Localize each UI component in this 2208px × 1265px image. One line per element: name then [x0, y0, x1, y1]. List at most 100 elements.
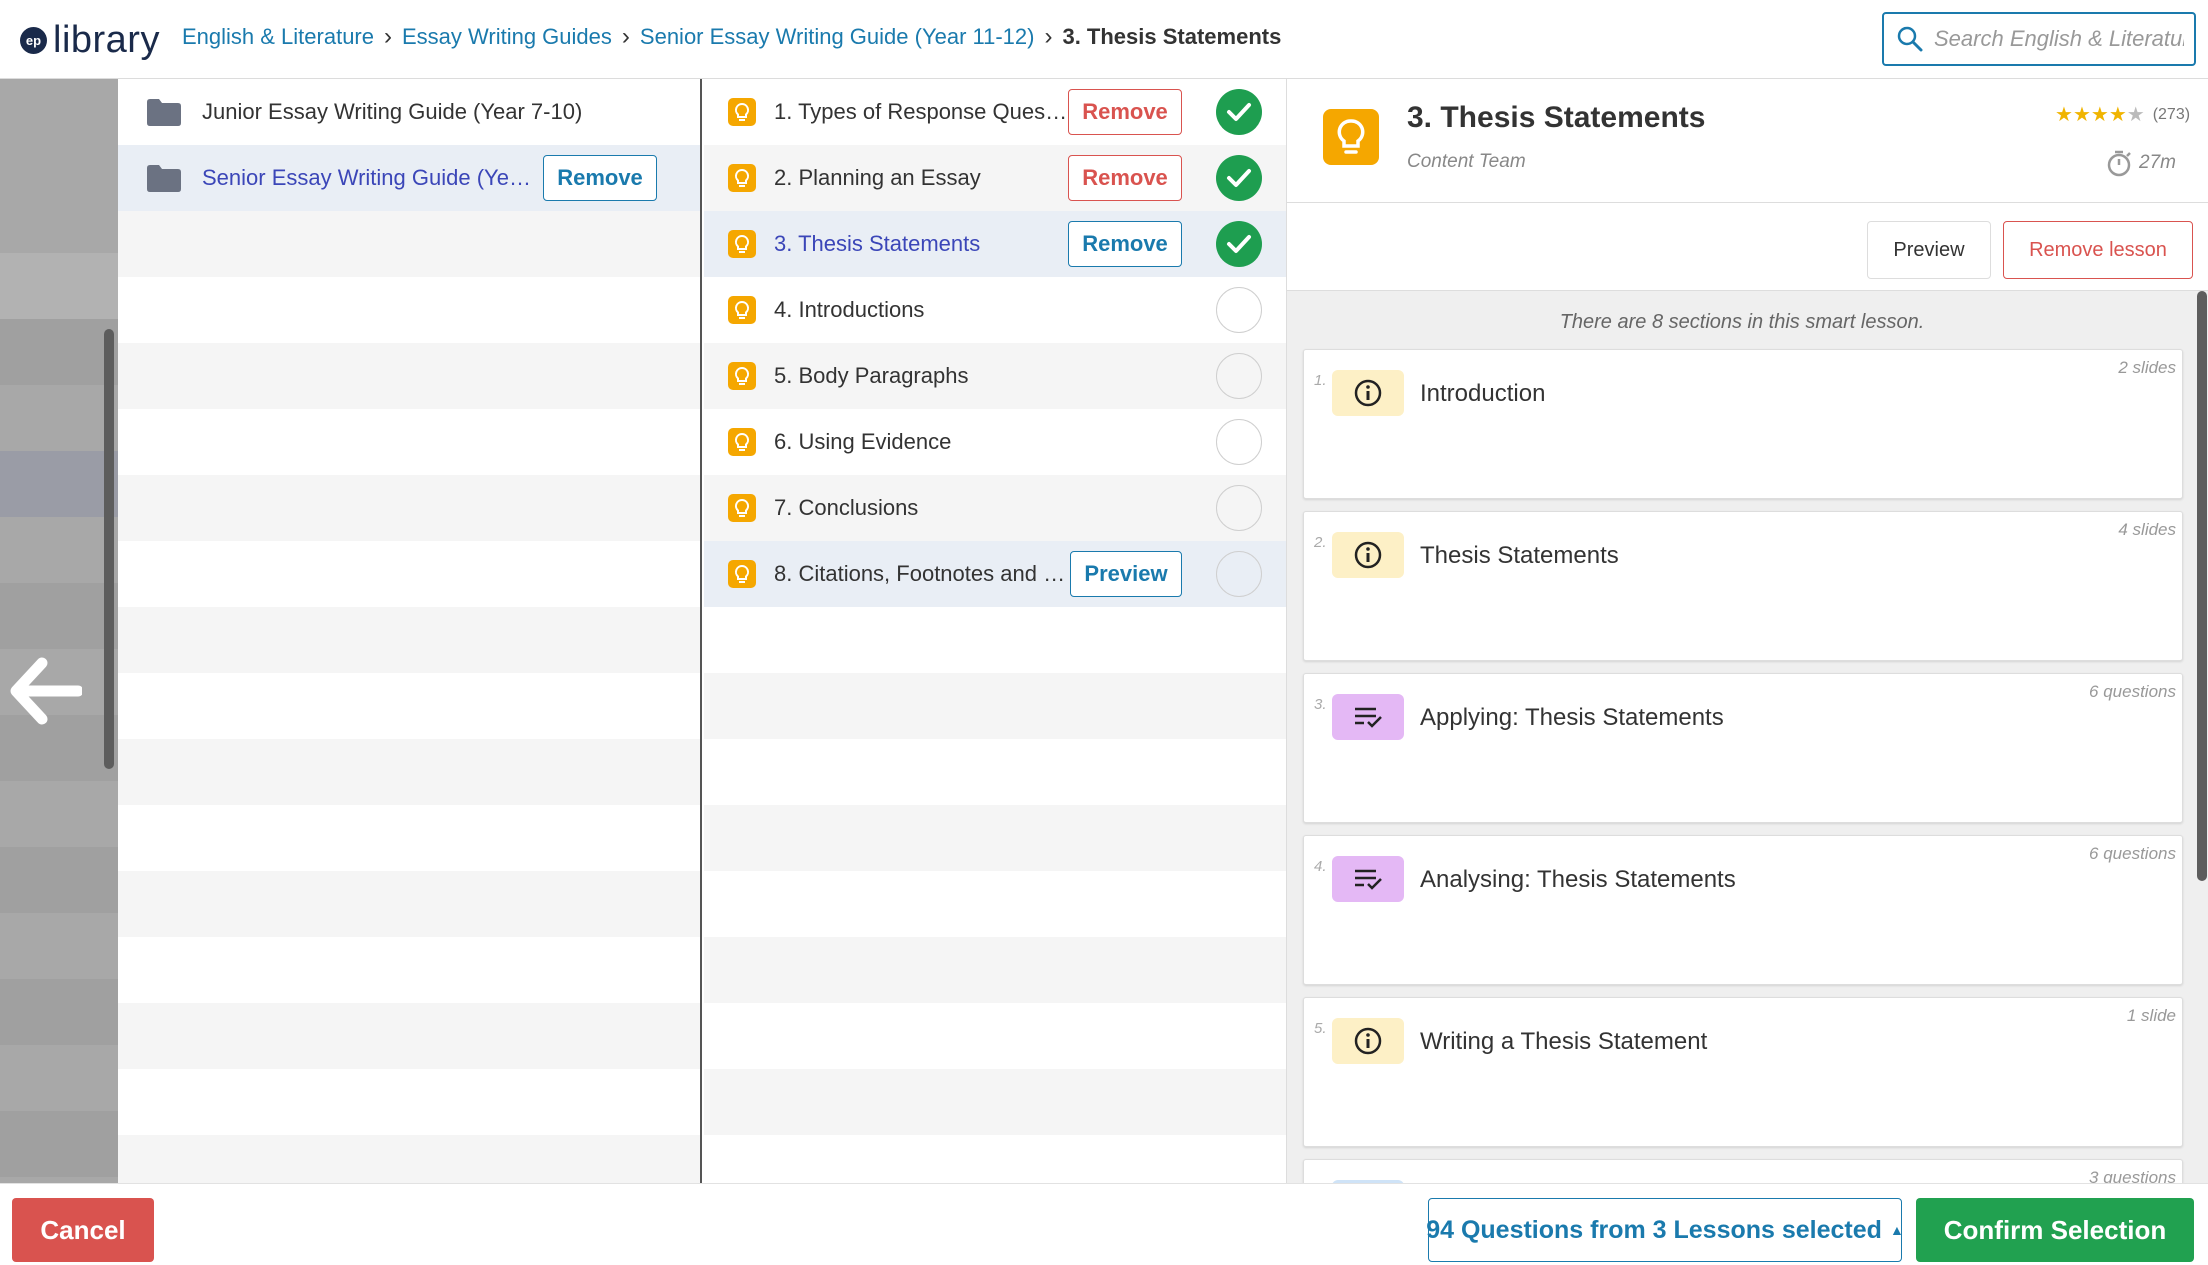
breadcrumb: English & Literature › Essay Writing Gui…: [182, 24, 1281, 50]
remove-lesson-button[interactable]: Remove: [1068, 89, 1182, 135]
rating: ★ ★ ★ ★ ★ (273): [2055, 105, 2190, 125]
section-title: Writing a Thesis Statement: [1420, 1028, 1708, 1055]
lesson-title: 3. Thesis Statements: [1407, 101, 1706, 134]
search-box[interactable]: [1882, 12, 2196, 66]
lesson-label: 1. Types of Response Questions: [774, 99, 1068, 124]
section-title: Introduction: [1420, 380, 1546, 407]
lesson-row[interactable]: 5. Body Paragraphs: [704, 343, 1286, 409]
breadcrumb-link-english-literature[interactable]: English & Literature: [182, 24, 374, 50]
collapsed-row: [0, 781, 118, 847]
folder-row-junior[interactable]: Junior Essay Writing Guide (Year 7-10): [118, 79, 700, 145]
select-circle[interactable]: [1216, 419, 1262, 465]
section-title: Analysing: Thesis Statements: [1420, 866, 1736, 893]
preview-lesson-button[interactable]: Preview: [1070, 551, 1182, 597]
lightbulb-icon: [728, 98, 756, 126]
star-icon: ★: [2072, 104, 2091, 126]
lesson-row-active[interactable]: 3. Thesis Statements Remove: [704, 211, 1286, 277]
folder-row-senior[interactable]: Senior Essay Writing Guide (Year 11-12) …: [118, 145, 700, 211]
folder-label: Senior Essay Writing Guide (Year 11-12): [202, 165, 538, 190]
back-arrow-icon[interactable]: [8, 657, 84, 730]
cancel-button[interactable]: Cancel: [12, 1198, 154, 1262]
remove-lesson-button[interactable]: Remove: [1068, 221, 1182, 267]
logo-badge: ep: [20, 26, 47, 54]
sections-note: There are 8 sections in this smart lesso…: [1559, 311, 1925, 333]
section-meta: 6 questions: [2089, 844, 2176, 863]
section-card[interactable]: 1. Introduction 2 slides: [1303, 349, 2183, 499]
empty-row: [118, 541, 700, 607]
scrollbar[interactable]: [2197, 291, 2207, 881]
collapsed-row: [0, 913, 118, 979]
empty-row: [118, 673, 700, 739]
folder-icon: [147, 165, 181, 192]
empty-row: [118, 1069, 700, 1135]
empty-row: [118, 805, 700, 871]
empty-row: [704, 739, 1286, 805]
lightbulb-icon: [728, 362, 756, 390]
remove-lesson-button[interactable]: Remove lesson: [2003, 221, 2193, 279]
remove-folder-button[interactable]: Remove: [543, 155, 657, 201]
section-card[interactable]: 4. Analysing: Thesis Statements 6 questi…: [1303, 835, 2183, 985]
lightbulb-icon: [728, 230, 756, 258]
lesson-row[interactable]: 6. Using Evidence: [704, 409, 1286, 475]
section-meta: 4 slides: [2118, 520, 2176, 539]
empty-row: [118, 409, 700, 475]
folder-label: Junior Essay Writing Guide (Year 7-10): [202, 99, 583, 124]
select-circle[interactable]: [1216, 353, 1262, 399]
lesson-row[interactable]: 7. Conclusions: [704, 475, 1286, 541]
select-circle[interactable]: [1216, 287, 1262, 333]
logo-text: library: [53, 18, 160, 61]
select-circle[interactable]: [1216, 485, 1262, 531]
checkmark-icon[interactable]: [1216, 221, 1262, 267]
collapsed-row: [0, 1045, 118, 1111]
section-number: 3.: [1314, 696, 1327, 713]
section-card[interactable]: 5. Writing a Thesis Statement 1 slide: [1303, 997, 2183, 1147]
lesson-label: 4. Introductions: [774, 297, 925, 322]
lesson-label: 5. Body Paragraphs: [774, 363, 969, 388]
lesson-row[interactable]: 2. Planning an Essay Remove: [704, 145, 1286, 211]
empty-row: [118, 937, 700, 1003]
lesson-actions: Preview Remove lesson: [1287, 203, 2208, 291]
lesson-detail-panel: 3. Thesis Statements Content Team ★ ★ ★ …: [1286, 79, 2208, 1265]
footer-bar: Cancel 94 Questions from 3 Lessons selec…: [0, 1183, 2208, 1265]
empty-row: [118, 739, 700, 805]
confirm-selection-button[interactable]: Confirm Selection: [1916, 1198, 2194, 1262]
collapsed-row: [0, 253, 118, 319]
duration-value: 27m: [2139, 152, 2176, 173]
scrollbar[interactable]: [104, 329, 114, 769]
chevron-right-icon: ›: [384, 23, 392, 50]
selection-summary-button[interactable]: 94 Questions from 3 Lessons selected ▲: [1426, 1198, 1904, 1262]
lightbulb-icon: [1323, 109, 1379, 165]
library-logo[interactable]: ep library: [20, 16, 160, 64]
lesson-label: 2. Planning an Essay: [774, 165, 981, 190]
breadcrumb-link-essay-writing-guides[interactable]: Essay Writing Guides: [402, 24, 612, 50]
remove-lesson-button[interactable]: Remove: [1068, 155, 1182, 201]
lesson-row[interactable]: 4. Introductions: [704, 277, 1286, 343]
section-card[interactable]: 3. Applying: Thesis Statements 6 questio…: [1303, 673, 2183, 823]
lesson-header: 3. Thesis Statements Content Team ★ ★ ★ …: [1287, 79, 2208, 203]
select-circle[interactable]: [1216, 551, 1262, 597]
lesson-row-hover[interactable]: 8. Citations, Footnotes and Bibliographi…: [704, 541, 1286, 607]
duration: 27m: [2105, 149, 2176, 177]
section-card[interactable]: 2. Thesis Statements 4 slides: [1303, 511, 2183, 661]
star-icon: ★: [2108, 104, 2127, 126]
section-title: Thesis Statements: [1420, 542, 1619, 569]
empty-row: [704, 937, 1286, 1003]
empty-row: [704, 805, 1286, 871]
empty-row: [704, 607, 1286, 673]
breadcrumb-link-senior-guide[interactable]: Senior Essay Writing Guide (Year 11-12): [640, 24, 1035, 50]
rating-count: (273): [2152, 106, 2191, 123]
folder-icon: [147, 99, 181, 126]
lesson-label: 6. Using Evidence: [774, 429, 952, 454]
info-icon: [1332, 370, 1404, 416]
checkmark-icon[interactable]: [1216, 155, 1262, 201]
section-meta: 2 slides: [2118, 358, 2176, 377]
empty-row: [118, 475, 700, 541]
collapsed-row: [0, 385, 118, 451]
search-input[interactable]: [1934, 26, 2184, 52]
checkmark-icon[interactable]: [1216, 89, 1262, 135]
search-icon: [1897, 26, 1923, 52]
caret-up-icon: ▲: [1889, 1222, 1904, 1238]
collapsed-panel[interactable]: [0, 79, 118, 1183]
preview-button[interactable]: Preview: [1867, 221, 1991, 279]
lesson-row[interactable]: 1. Types of Response Questions Remove: [704, 79, 1286, 145]
